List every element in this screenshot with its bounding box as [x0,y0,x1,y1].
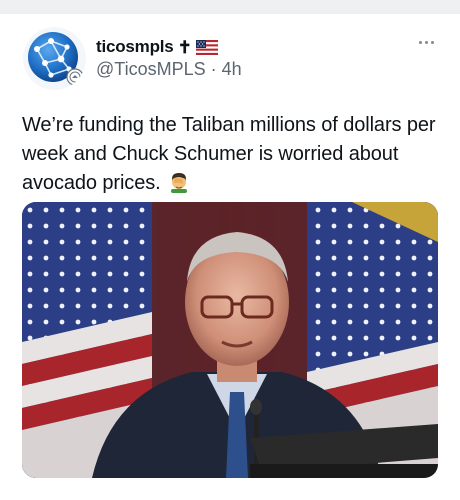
author-handle[interactable]: @TicosMPLS [96,59,206,80]
top-divider-strip [0,0,460,14]
tweet-photo[interactable] [22,202,438,478]
more-dot [430,40,434,44]
tweet-text: We’re funding the Taliban millions of do… [22,111,442,198]
more-dot [424,40,428,44]
more-dots-icon [418,40,422,44]
author-name-row[interactable]: ticosmpls ✝ [96,36,219,58]
avatar[interactable] [23,27,86,90]
separator-dot: · [210,58,217,79]
timestamp[interactable]: 4h [222,59,242,80]
display-name[interactable]: ticosmpls [96,37,174,57]
us-flag-emoji-icon [195,39,219,55]
photo-image [22,202,438,478]
tweet-body: We’re funding the Taliban millions of do… [22,114,436,194]
facepalm-man-emoji-icon [168,171,190,193]
cross-symbol: ✝ [177,37,192,57]
network-globe-logo-icon [23,27,86,90]
handle-row: @TicosMPLS · 4h [96,57,242,81]
more-options-button[interactable] [412,34,440,50]
